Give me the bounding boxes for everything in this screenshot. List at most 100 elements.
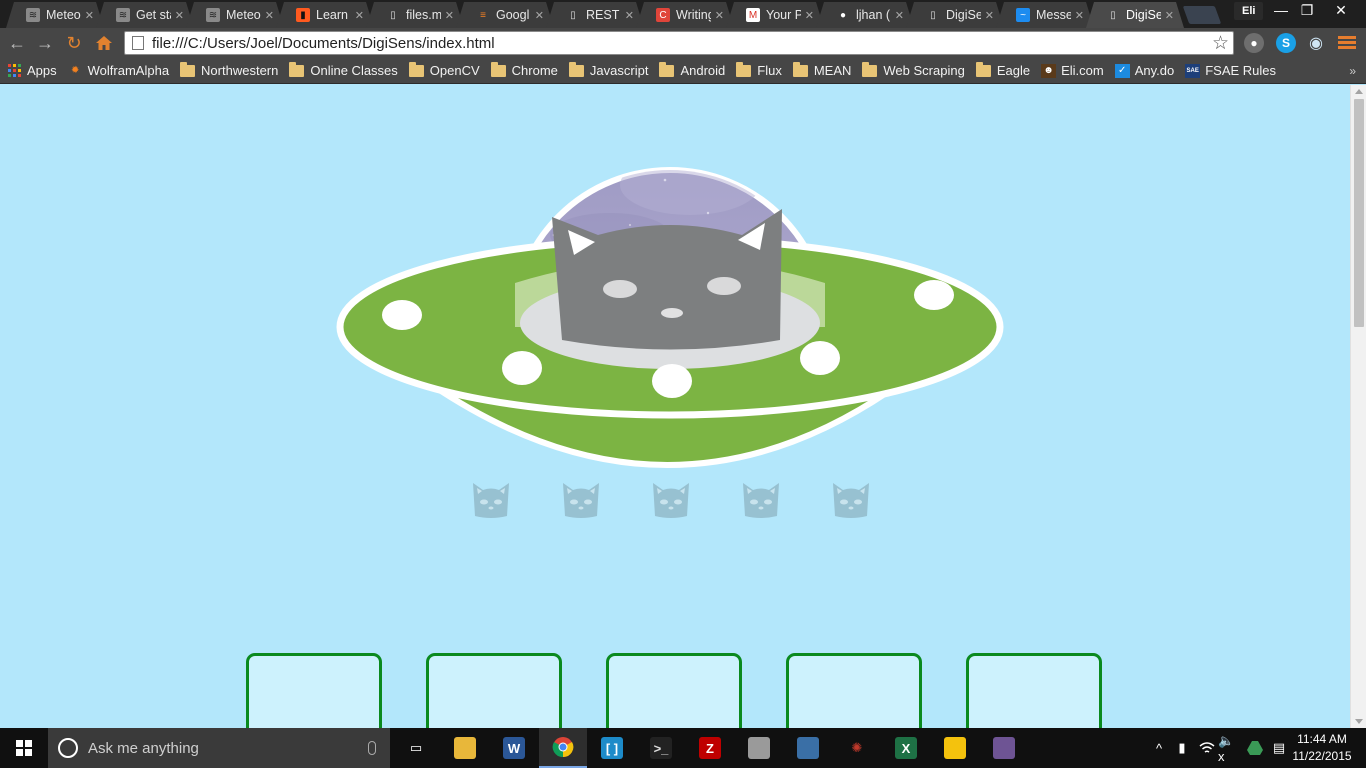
bookmark-javascript[interactable]: Javascript: [568, 61, 648, 78]
search-placeholder[interactable]: Ask me anything: [88, 740, 368, 757]
bookmarks-overflow-button[interactable]: »: [1349, 64, 1356, 78]
answer-slot[interactable]: [606, 653, 742, 728]
cat-face-icon[interactable]: [650, 480, 692, 520]
answer-slot[interactable]: [246, 653, 382, 728]
scroll-thumb[interactable]: [1354, 99, 1364, 327]
tab-close-icon[interactable]: ✕: [265, 9, 274, 22]
bookmark-star-icon[interactable]: ☆: [1212, 32, 1229, 55]
skype-icon[interactable]: S: [1276, 33, 1296, 53]
drive-sync-icon[interactable]: [1244, 728, 1266, 768]
tab-close-icon[interactable]: ✕: [175, 9, 184, 22]
cat-face-icon[interactable]: [470, 480, 512, 520]
bookmark-flux[interactable]: Flux: [736, 61, 782, 78]
system-clock[interactable]: 11:44 AM 11/22/2015: [1290, 731, 1354, 765]
bookmark-android[interactable]: Android: [659, 61, 725, 78]
microphone-icon[interactable]: [368, 741, 376, 755]
tab-1[interactable]: ≋ Meteo ✕: [6, 2, 104, 28]
tab-6[interactable]: ≡ Googl ✕: [456, 2, 554, 28]
tab-close-icon[interactable]: ✕: [805, 9, 814, 22]
taskbar-spider[interactable]: ✺: [833, 728, 881, 768]
extension-shield-icon[interactable]: ●: [1244, 33, 1264, 53]
taskbar-command-prompt[interactable]: >_: [637, 728, 685, 768]
apps-grid-icon: [8, 64, 21, 77]
tab-close-icon[interactable]: ✕: [625, 9, 634, 22]
bookmark-any-do[interactable]: ✓ Any.do: [1114, 63, 1174, 78]
taskbar-window[interactable]: [735, 728, 783, 768]
tab-close-icon[interactable]: ✕: [445, 9, 454, 22]
scroll-down-arrow[interactable]: [1355, 719, 1363, 724]
answer-slot[interactable]: [966, 653, 1102, 728]
answer-slot[interactable]: [426, 653, 562, 728]
bookmark-fsae-rules[interactable]: SAE FSAE Rules: [1185, 63, 1276, 78]
tab-13[interactable]: ▯ DigiSe ✕: [1086, 2, 1184, 28]
tray-overflow-button[interactable]: ^: [1150, 728, 1168, 768]
bookmark-eagle[interactable]: Eagle: [975, 61, 1030, 78]
taskbar-github[interactable]: [980, 728, 1028, 768]
tab-close-icon[interactable]: ✕: [1075, 9, 1084, 22]
page-icon: ▯: [570, 9, 576, 21]
back-arrow-icon: ←: [8, 33, 26, 53]
bookmark-chrome[interactable]: Chrome: [490, 61, 558, 78]
taskbar-chrome[interactable]: [539, 728, 587, 768]
bookmark-wolframalpha[interactable]: ✹ WolframAlpha: [68, 63, 169, 78]
tab-close-icon[interactable]: ✕: [355, 9, 364, 22]
cat-face-icon[interactable]: [560, 480, 602, 520]
folder-icon: [659, 61, 675, 77]
taskbar-word[interactable]: W: [490, 728, 538, 768]
chrome-menu-button[interactable]: [1338, 34, 1356, 52]
answer-slot[interactable]: [786, 653, 922, 728]
profile-button[interactable]: Eli: [1234, 2, 1264, 20]
tab-12[interactable]: ~ Messe ✕: [996, 2, 1094, 28]
tab-close-icon[interactable]: ✕: [535, 9, 544, 22]
eye-icon[interactable]: ◉: [1306, 33, 1326, 53]
new-tab-button[interactable]: [1182, 6, 1222, 24]
cat-face-icon[interactable]: [740, 480, 782, 520]
tab-11[interactable]: ▯ DigiSe ✕: [906, 2, 1004, 28]
tab-10[interactable]: ● ljhan (✕: [816, 2, 914, 28]
taskbar-python[interactable]: [784, 728, 832, 768]
close-window-button[interactable]: ✕: [1326, 0, 1356, 22]
folder-icon: [862, 61, 878, 77]
start-button[interactable]: [0, 728, 48, 768]
tab-7[interactable]: ▯ REST A ✕: [546, 2, 644, 28]
taskbar-task-view[interactable]: ▭: [392, 728, 440, 768]
tab-close-icon[interactable]: ✕: [895, 9, 904, 22]
tab-5[interactable]: ▯ files.m ✕: [366, 2, 464, 28]
bookmark-online-classes[interactable]: Online Classes: [289, 61, 398, 78]
tab-close-icon[interactable]: ✕: [1165, 9, 1174, 22]
taskbar-excel[interactable]: X: [882, 728, 930, 768]
address-url[interactable]: file:///C:/Users/Joel/Documents/DigiSens…: [152, 35, 1212, 52]
tab-close-icon[interactable]: ✕: [85, 9, 94, 22]
address-bar[interactable]: file:///C:/Users/Joel/Documents/DigiSens…: [124, 31, 1234, 55]
restore-button[interactable]: ❐: [1292, 0, 1322, 22]
scroll-up-arrow[interactable]: [1355, 89, 1363, 94]
tab-2[interactable]: ≋ Get sta ✕: [96, 2, 194, 28]
taskbar-filezilla[interactable]: Z: [686, 728, 734, 768]
taskbar-drive[interactable]: [931, 728, 979, 768]
tab-close-icon[interactable]: ✕: [985, 9, 994, 22]
cortana-search-box[interactable]: Ask me anything: [48, 728, 390, 768]
page-scrollbar[interactable]: [1350, 85, 1366, 728]
action-center-icon[interactable]: ▤: [1268, 728, 1290, 768]
bookmark-apps[interactable]: Apps: [8, 63, 57, 78]
reload-button[interactable]: ↻: [63, 32, 85, 54]
wifi-icon[interactable]: [1196, 728, 1218, 768]
volume-muted-icon[interactable]: 🔈x: [1218, 728, 1240, 768]
taskbar-brackets[interactable]: [ ]: [588, 728, 636, 768]
taskbar-file-explorer[interactable]: [441, 728, 489, 768]
home-button[interactable]: [93, 32, 115, 54]
tab-9[interactable]: M Your P ✕: [726, 2, 824, 28]
bookmark-mean[interactable]: MEAN: [792, 61, 851, 78]
bookmark-opencv[interactable]: OpenCV: [408, 61, 480, 78]
forward-button[interactable]: →: [34, 32, 56, 54]
bookmark-eli-com[interactable]: ☻ Eli.com: [1041, 63, 1104, 78]
power-icon[interactable]: ▮: [1172, 728, 1192, 768]
tab-4[interactable]: ▮ Learn I ✕: [276, 2, 374, 28]
tab-8[interactable]: C Writing ✕: [636, 2, 734, 28]
cat-face-icon[interactable]: [830, 480, 872, 520]
back-button[interactable]: ←: [6, 32, 28, 54]
tab-3[interactable]: ≋ Meteo ✕: [186, 2, 284, 28]
tab-close-icon[interactable]: ✕: [715, 9, 724, 22]
bookmark-northwestern[interactable]: Northwestern: [180, 61, 278, 78]
bookmark-web-scraping[interactable]: Web Scraping: [862, 61, 965, 78]
